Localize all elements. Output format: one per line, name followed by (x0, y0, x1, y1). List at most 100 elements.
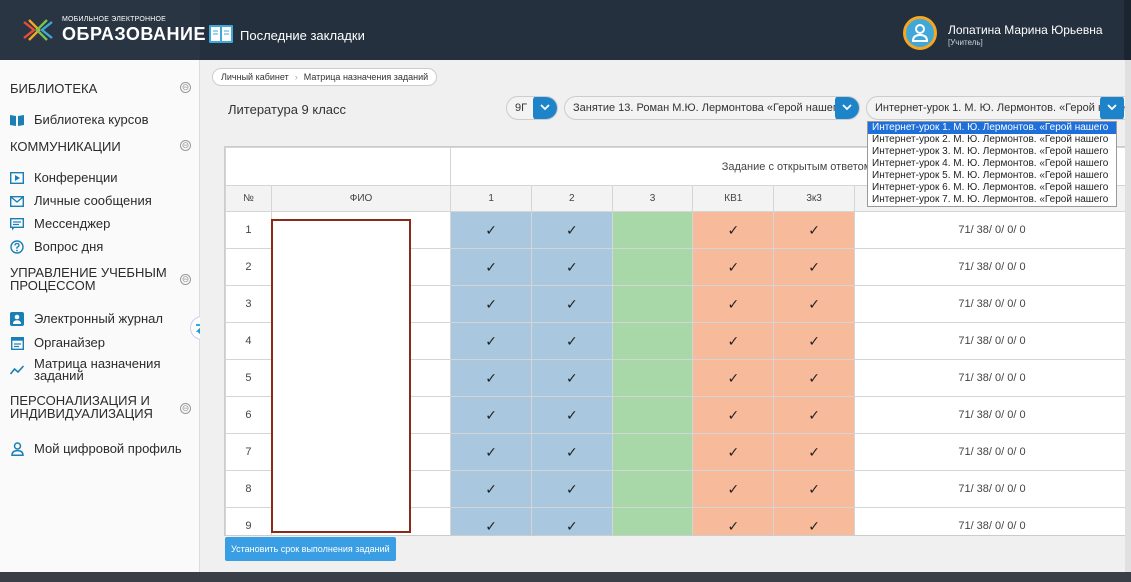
sidebar-item-organizer[interactable]: Органайзер (10, 336, 105, 350)
sidebar-item-assignment-matrix[interactable]: Матрица назначения заданий (10, 357, 160, 382)
empty-cell[interactable] (611, 322, 694, 360)
collapse-personalization-icon[interactable]: ⊖ (180, 403, 191, 414)
check-cell[interactable]: ✓ (530, 211, 613, 249)
check-cell[interactable]: ✓ (450, 396, 532, 434)
user-icon (912, 24, 928, 42)
check-cell[interactable]: ✓ (450, 433, 532, 471)
sidebar-item-electronic-journal[interactable]: Электронный журнал (10, 312, 163, 326)
sidebar-item-course-library[interactable]: Библиотека курсов (10, 113, 149, 127)
footer-bar (0, 572, 1131, 582)
empty-cell[interactable] (611, 507, 694, 535)
check-cell[interactable]: ✓ (450, 359, 532, 397)
dropdown-option[interactable]: Интернет-урок 7. М. Ю. Лермонтов. «Герой… (868, 194, 1116, 206)
check-cell[interactable]: ✓ (530, 396, 613, 434)
calendar-icon (10, 336, 24, 350)
person-icon (10, 442, 24, 456)
check-cell[interactable]: ✓ (450, 470, 532, 508)
check-cell[interactable]: ✓ (530, 359, 613, 397)
check-cell[interactable]: ✓ (692, 470, 775, 508)
row-number-cell: 9 (225, 507, 272, 535)
check-cell[interactable]: ✓ (773, 285, 855, 323)
col-header-num: № (225, 185, 272, 212)
check-cell[interactable]: ✓ (450, 285, 532, 323)
check-cell[interactable]: ✓ (773, 507, 855, 535)
check-cell[interactable]: ✓ (773, 322, 855, 360)
lesson-select[interactable]: Занятие 13. Роман М.Ю. Лермонтова «Герой… (564, 96, 860, 120)
lesson-select-value: Занятие 13. Роман М.Ю. Лермонтова «Герой… (573, 102, 858, 114)
check-cell[interactable]: ✓ (530, 322, 613, 360)
sidebar-item-digital-profile[interactable]: Мой цифровой профиль (10, 442, 182, 456)
internet-lesson-select[interactable]: Интернет-урок 1. М. Ю. Лермонтов. «Герой… (866, 96, 1131, 120)
check-cell[interactable]: ✓ (530, 433, 613, 471)
breadcrumb-personal-cabinet[interactable]: Личный кабинет (221, 72, 289, 82)
section-learning-management[interactable]: УПРАВЛЕНИЕ УЧЕБНЫМ ПРОЦЕССОМ (10, 266, 167, 292)
section-title-line: ИНДИВИДУАЛИЗАЦИЯ (10, 406, 153, 421)
user-name[interactable]: Лопатина Марина Юрьевна (948, 23, 1103, 37)
dropdown-option[interactable]: Интернет-урок 5. М. Ю. Лермонтов. «Герой… (868, 170, 1116, 182)
check-cell[interactable]: ✓ (530, 285, 613, 323)
check-cell[interactable]: ✓ (530, 507, 613, 535)
check-cell[interactable]: ✓ (692, 396, 775, 434)
sidebar-item-label: Вопрос дня (34, 239, 104, 254)
empty-cell[interactable] (611, 470, 694, 508)
row-number-cell: 7 (225, 433, 272, 471)
score-cell: 71/ 38/ 0/ 0/ 0 (853, 359, 1130, 397)
collapse-learning-management-icon[interactable]: ⊖ (180, 274, 191, 285)
col-header-fio: ФИО (270, 185, 452, 212)
chevron-down-icon[interactable] (1100, 97, 1124, 119)
empty-cell[interactable] (611, 396, 694, 434)
check-cell[interactable]: ✓ (773, 396, 855, 434)
logo[interactable]: МОБИЛЬНОЕ ЭЛЕКТРОННОЕ ОБРАЗОВАНИЕ (0, 0, 205, 60)
check-cell[interactable]: ✓ (692, 248, 775, 286)
sidebar-item-conferences[interactable]: Конференции (10, 171, 118, 185)
section-communications[interactable]: КОММУНИКАЦИИ (10, 140, 121, 153)
empty-cell[interactable] (611, 359, 694, 397)
check-cell[interactable]: ✓ (773, 470, 855, 508)
check-cell[interactable]: ✓ (450, 211, 532, 249)
section-library[interactable]: БИБЛИОТЕКА (10, 82, 97, 95)
check-cell[interactable]: ✓ (530, 470, 613, 508)
check-cell[interactable]: ✓ (692, 507, 775, 535)
check-cell[interactable]: ✓ (450, 507, 532, 535)
section-personalization[interactable]: ПЕРСОНАЛИЗАЦИЯ И ИНДИВИДУАЛИЗАЦИЯ (10, 394, 153, 420)
check-cell[interactable]: ✓ (692, 285, 775, 323)
check-cell[interactable]: ✓ (773, 359, 855, 397)
dropdown-option[interactable]: Интернет-урок 4. М. Ю. Лермонтов. «Герой… (868, 158, 1116, 170)
check-cell[interactable]: ✓ (450, 248, 532, 286)
row-number-cell: 5 (225, 359, 272, 397)
chevron-down-icon[interactable] (533, 97, 557, 119)
check-cell[interactable]: ✓ (450, 322, 532, 360)
check-cell[interactable]: ✓ (692, 322, 775, 360)
empty-cell[interactable] (611, 248, 694, 286)
check-cell[interactable]: ✓ (692, 211, 775, 249)
dropdown-option[interactable]: Интернет-урок 1. М. Ю. Лермонтов. «Герой… (868, 122, 1116, 134)
sidebar-item-question-of-day[interactable]: Вопрос дня (10, 240, 103, 254)
empty-cell[interactable] (611, 285, 694, 323)
chevron-down-icon[interactable] (835, 97, 859, 119)
recent-bookmarks-link[interactable]: Последние закладки (240, 28, 365, 43)
vertical-scrollbar[interactable] (1125, 60, 1131, 572)
dropdown-option[interactable]: Интернет-урок 6. М. Ю. Лермонтов. «Герой… (868, 182, 1116, 194)
sidebar: БИБЛИОТЕКА ⊖ Библиотека курсов КОММУНИКА… (0, 60, 200, 572)
sidebar-item-messages[interactable]: Личные сообщения (10, 194, 152, 208)
empty-cell[interactable] (611, 433, 694, 471)
set-deadline-button[interactable]: Установить срок выполнения заданий (225, 537, 396, 561)
sidebar-item-messenger[interactable]: Мессенджер (10, 217, 110, 231)
check-cell[interactable]: ✓ (773, 248, 855, 286)
dropdown-option[interactable]: Интернет-урок 2. М. Ю. Лермонтов. «Герой… (868, 134, 1116, 146)
check-cell[interactable]: ✓ (773, 433, 855, 471)
dropdown-option[interactable]: Интернет-урок 3. М. Ю. Лермонтов. «Герой… (868, 146, 1116, 158)
empty-cell[interactable] (611, 211, 694, 249)
check-cell[interactable]: ✓ (692, 433, 775, 471)
check-cell[interactable]: ✓ (692, 359, 775, 397)
check-cell[interactable]: ✓ (773, 211, 855, 249)
check-cell[interactable]: ✓ (530, 248, 613, 286)
avatar[interactable] (903, 16, 937, 50)
collapse-communications-icon[interactable]: ⊖ (180, 140, 191, 151)
class-select[interactable]: 9Г (506, 96, 558, 120)
score-cell: 71/ 38/ 0/ 0/ 0 (853, 285, 1130, 323)
collapse-library-icon[interactable]: ⊖ (180, 82, 191, 93)
book-icon[interactable] (208, 24, 234, 44)
sidebar-item-label: Электронный журнал (34, 311, 163, 326)
breadcrumb-current[interactable]: Матрица назначения заданий (304, 72, 428, 82)
